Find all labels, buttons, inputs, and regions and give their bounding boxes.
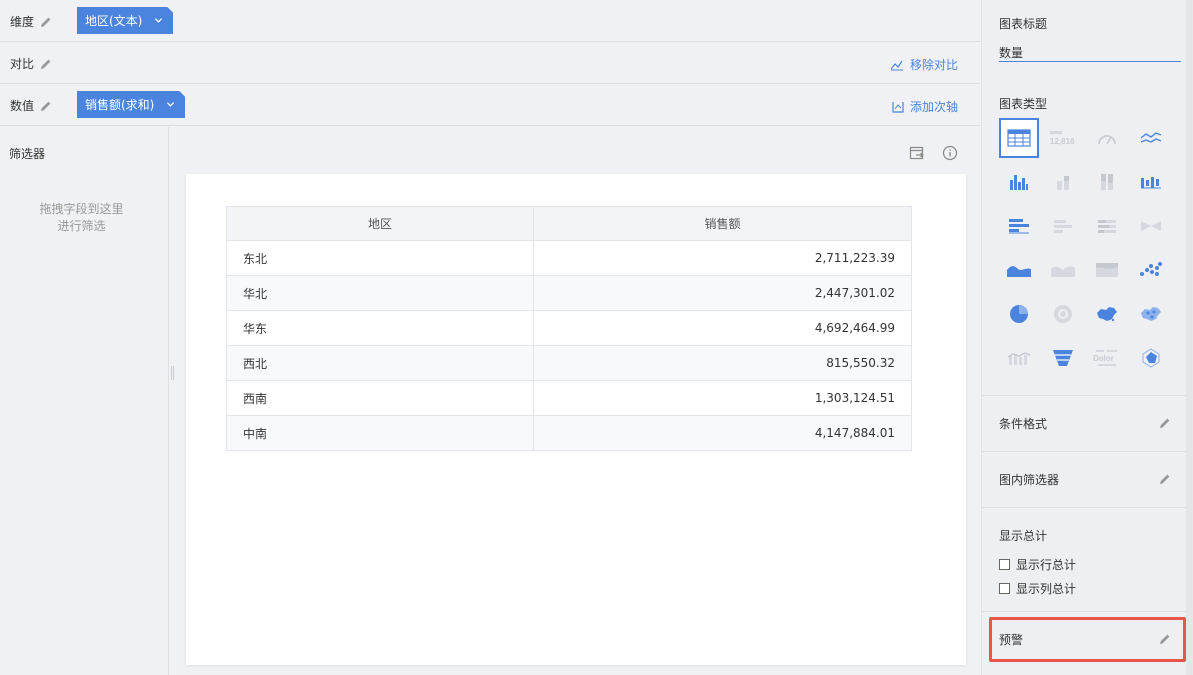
region-cell: 西南 — [226, 380, 534, 416]
info-icon[interactable] — [942, 145, 958, 161]
bar-chart-icon[interactable] — [999, 206, 1039, 246]
properties-panel: 图表标题 数量 图表类型 12,816 Dolor 条件格式 图内筛选器 显示总… — [981, 0, 1193, 675]
stacked-column-icon[interactable] — [1043, 162, 1083, 202]
values-chip-label: 销售额(求和) — [85, 98, 155, 112]
region-cell: 东北 — [226, 240, 534, 276]
radar-chart-icon[interactable] — [1131, 338, 1171, 378]
edit-pencil-icon[interactable] — [1159, 473, 1171, 485]
bar-compare-icon[interactable] — [1131, 206, 1171, 246]
sales-cell: 815,550.32 — [533, 345, 912, 381]
alarm-highlight-box — [989, 617, 1186, 662]
show-total-label: 显示总计 — [999, 529, 1048, 543]
chevron-down-icon[interactable] — [166, 100, 175, 109]
remove-compare-button[interactable]: 移除对比 — [890, 56, 958, 73]
line-chart-icon[interactable] — [1131, 118, 1171, 158]
sales-cell: 4,692,464.99 — [533, 310, 912, 346]
values-label: 数值 — [10, 99, 35, 113]
word-cloud-icon[interactable]: Dolor — [1087, 338, 1127, 378]
scatter-chart-icon[interactable] — [1131, 250, 1171, 290]
compare-shelf: 对比 移除对比 — [0, 42, 980, 84]
region-cell: 华北 — [226, 275, 534, 311]
pie-chart-icon[interactable] — [999, 294, 1039, 334]
row-total-label: 显示行总计 — [1016, 558, 1077, 572]
region-cell: 华东 — [226, 310, 534, 346]
pane-resize-handle[interactable] — [171, 366, 174, 380]
ring-chart-icon[interactable] — [1043, 294, 1083, 334]
percent-area-icon[interactable] — [1087, 250, 1127, 290]
column-total-checkbox[interactable]: 显示列总计 — [999, 580, 1076, 597]
row-total-checkbox[interactable]: 显示行总计 — [999, 556, 1076, 573]
dimension-chip-label: 地区(文本) — [85, 14, 143, 28]
remove-compare-icon — [890, 60, 903, 70]
filter-title: 筛选器 — [9, 147, 46, 161]
sales-cell: 4,147,884.01 — [533, 415, 912, 451]
sales-cell: 1,303,124.51 — [533, 380, 912, 416]
conditional-format-label[interactable]: 条件格式 — [999, 415, 1047, 432]
stacked-area-icon[interactable] — [1043, 250, 1083, 290]
column-header[interactable]: 地区 — [226, 206, 534, 241]
stacked-bar-icon[interactable] — [1043, 206, 1083, 246]
dimension-label: 维度 — [10, 15, 35, 29]
table-row: 西北 815,550.32 — [226, 345, 912, 381]
compare-label: 对比 — [10, 57, 35, 71]
edit-pencil-icon[interactable] — [40, 16, 52, 28]
dimension-chip[interactable]: 地区(文本) — [77, 7, 173, 34]
editor-work-area: 维度 地区(文本) 对比 移除对比 数值 销售额(求和) 添加次轴 筛选器 拖拽… — [0, 0, 981, 675]
chart-title-label: 图表标题 — [999, 17, 1048, 31]
values-chip[interactable]: 销售额(求和) — [77, 91, 185, 118]
chevron-down-icon[interactable] — [154, 16, 163, 25]
column-compare-icon[interactable] — [1131, 162, 1171, 202]
checkbox-box[interactable] — [999, 559, 1010, 570]
panel-scrollbar[interactable] — [1186, 0, 1193, 675]
data-table: 地区 销售额 东北 2,711,223.39 华北 2,447,301.02 华… — [226, 206, 912, 451]
add-secondary-axis-button[interactable]: 添加次轴 — [892, 98, 958, 115]
table-header-row: 地区 销售额 — [226, 206, 912, 241]
table-row: 东北 2,711,223.39 — [226, 240, 912, 276]
percent-bar-icon[interactable] — [1087, 206, 1127, 246]
edit-pencil-icon[interactable] — [40, 100, 52, 112]
percent-column-icon[interactable] — [1087, 162, 1127, 202]
kpi-number-icon[interactable]: 12,816 — [1043, 118, 1083, 158]
region-cell: 中南 — [226, 415, 534, 451]
column-total-label: 显示列总计 — [1016, 582, 1077, 596]
table-row: 中南 4,147,884.01 — [226, 415, 912, 451]
remove-compare-label: 移除对比 — [909, 58, 958, 72]
table-icon[interactable] — [999, 118, 1039, 158]
sales-cell: 2,447,301.02 — [533, 275, 912, 311]
chart-title-input[interactable]: 数量 — [999, 42, 1181, 62]
filter-drop-hint[interactable]: 拖拽字段到这里 进行筛选 — [0, 201, 163, 235]
area-chart-icon[interactable] — [999, 250, 1039, 290]
add-secondary-axis-label: 添加次轴 — [909, 100, 958, 114]
kpi-icon-text: 12,816 — [1050, 137, 1075, 146]
inner-filter-label[interactable]: 图内筛选器 — [999, 471, 1059, 488]
checkbox-box[interactable] — [999, 583, 1010, 594]
chart-type-label: 图表类型 — [999, 97, 1048, 111]
edit-pencil-icon[interactable] — [1159, 417, 1171, 429]
edit-pencil-icon[interactable] — [40, 58, 52, 70]
filter-pane: 筛选器 拖拽字段到这里 进行筛选 — [0, 127, 169, 675]
table-row: 华北 2,447,301.02 — [226, 275, 912, 311]
secondary-axis-icon — [892, 101, 904, 113]
sales-cell: 2,711,223.39 — [533, 240, 912, 276]
chart-type-grid: 12,816 Dolor — [999, 118, 1179, 382]
table-row: 华东 4,692,464.99 — [226, 310, 912, 346]
values-shelf: 数值 销售额(求和) 添加次轴 — [0, 84, 980, 126]
table-row: 西南 1,303,124.51 — [226, 380, 912, 416]
dimension-shelf: 维度 地区(文本) — [0, 0, 980, 42]
point-map-icon[interactable] — [1131, 294, 1171, 334]
funnel-chart-icon[interactable] — [1043, 338, 1083, 378]
chart-canvas: 地区 销售额 东北 2,711,223.39 华北 2,447,301.02 华… — [186, 174, 966, 665]
region-cell: 西北 — [226, 345, 534, 381]
column-header[interactable]: 销售额 — [533, 206, 912, 241]
combo-chart-icon[interactable] — [999, 338, 1039, 378]
region-map-icon[interactable] — [1087, 294, 1127, 334]
wordcloud-icon-text: Dolor — [1093, 354, 1114, 363]
export-icon[interactable] — [909, 145, 925, 161]
column-chart-icon[interactable] — [999, 162, 1039, 202]
gauge-icon[interactable] — [1087, 118, 1127, 158]
